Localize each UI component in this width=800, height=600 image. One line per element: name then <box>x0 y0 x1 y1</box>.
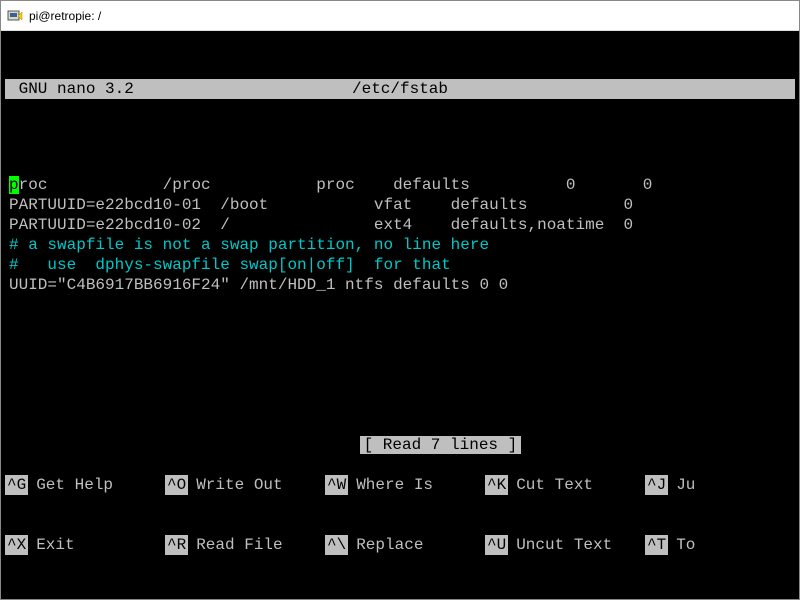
shortcut-justify[interactable]: ^JJu <box>645 475 695 495</box>
shortcut-row-2: ^XExit ^RRead File ^\Replace ^UUncut Tex… <box>5 535 799 555</box>
shortcut-read-file[interactable]: ^RRead File <box>165 535 325 555</box>
line-uuid: UUID="C4B6917BB6916F24" /mnt/HDD_1 ntfs … <box>9 275 791 295</box>
shortcut-uncut-text[interactable]: ^UUncut Text <box>485 535 645 555</box>
shortcut-write-out[interactable]: ^OWrite Out <box>165 475 325 495</box>
shortcut-replace[interactable]: ^\Replace <box>325 535 485 555</box>
titlebar[interactable]: pi@retropie: / <box>1 1 799 31</box>
shortcut-to-spell[interactable]: ^TTo <box>645 535 695 555</box>
nano-footer: [ Read 7 lines ] ^GGet Help ^OWrite Out … <box>5 375 799 595</box>
shortcut-row-1: ^GGet Help ^OWrite Out ^WWhere Is ^KCut … <box>5 475 799 495</box>
editor-content[interactable]: proc /proc proc defaults 0 0PARTUUID=e22… <box>5 161 795 295</box>
shortcut-exit[interactable]: ^XExit <box>5 535 165 555</box>
shortcut-cut-text[interactable]: ^KCut Text <box>485 475 645 495</box>
status-line: [ Read 7 lines ] <box>5 415 799 435</box>
shortcut-get-help[interactable]: ^GGet Help <box>5 475 165 495</box>
nano-filename: /etc/fstab <box>159 79 791 99</box>
nano-version: GNU nano 3.2 <box>9 79 159 99</box>
line-2: PARTUUID=e22bcd10-01 /boot vfat defaults… <box>9 195 791 215</box>
window: pi@retropie: / GNU nano 3.2 /etc/fstab p… <box>0 0 800 600</box>
shortcut-where-is[interactable]: ^WWhere Is <box>325 475 485 495</box>
comment-line-2: # use dphys-swapfile swap[on|off] for th… <box>9 255 791 275</box>
comment-line-1: # a swapfile is not a swap partition, no… <box>9 235 791 255</box>
app-icon <box>7 8 23 24</box>
terminal[interactable]: GNU nano 3.2 /etc/fstab proc /proc proc … <box>1 31 799 599</box>
line-1: proc /proc proc defaults 0 0 <box>9 175 791 195</box>
titlebar-text: pi@retropie: / <box>29 9 101 23</box>
nano-header: GNU nano 3.2 /etc/fstab <box>5 79 795 99</box>
status-text: [ Read 7 lines ] <box>360 436 522 454</box>
cursor: p <box>9 176 19 194</box>
line-3: PARTUUID=e22bcd10-02 / ext4 defaults,noa… <box>9 215 791 235</box>
